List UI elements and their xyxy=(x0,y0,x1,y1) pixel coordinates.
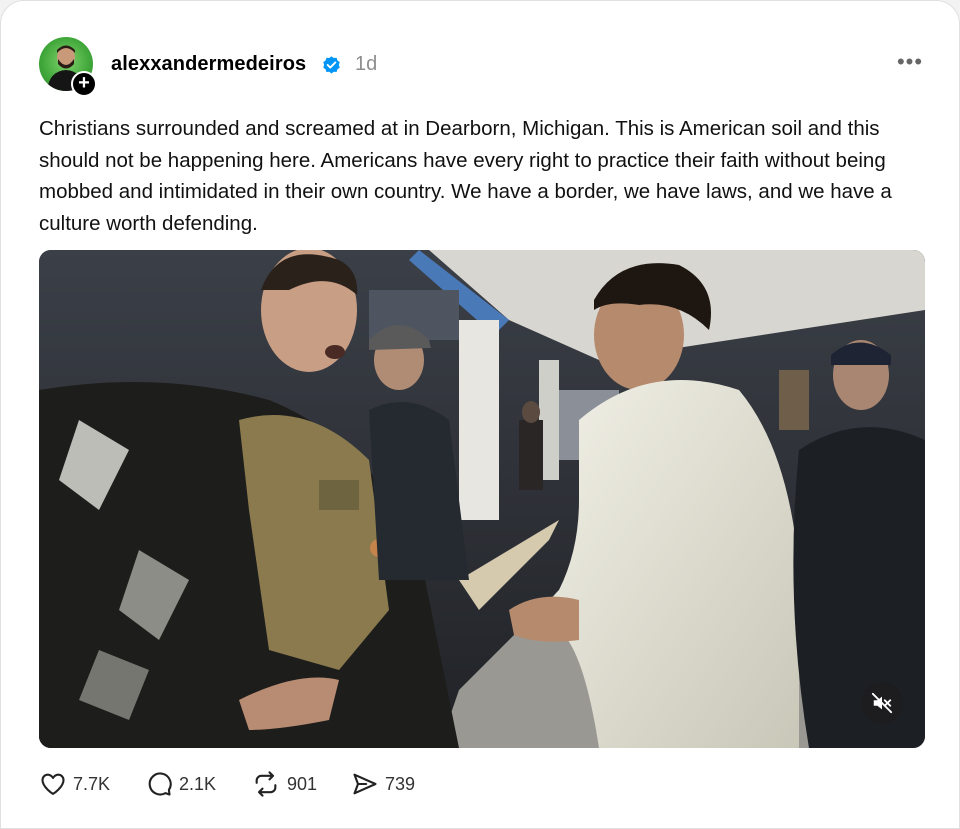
post-text: Christians surrounded and screamed at in… xyxy=(39,117,892,235)
mute-toggle-button[interactable] xyxy=(861,682,903,724)
repost-button[interactable]: 901 xyxy=(251,767,317,801)
post-video[interactable] xyxy=(39,250,925,748)
share-count: 739 xyxy=(385,773,416,794)
like-count: 7.7K xyxy=(73,773,111,794)
reply-button[interactable]: 2.1K xyxy=(145,767,216,801)
share-icon xyxy=(353,773,377,795)
repost-count: 901 xyxy=(287,773,318,794)
verified-badge-icon xyxy=(323,56,340,74)
video-frame xyxy=(39,250,925,748)
post-timestamp: 1d xyxy=(355,53,378,75)
follow-plus-button[interactable]: + xyxy=(71,71,97,97)
speaker-muted-icon xyxy=(871,692,893,714)
share-button[interactable]: 739 xyxy=(351,767,415,801)
comment-icon xyxy=(148,772,172,796)
post-header: + alexxandermedeiros 1d ••• xyxy=(39,37,929,97)
more-icon[interactable]: ••• xyxy=(895,51,925,77)
username[interactable]: alexxandermedeiros xyxy=(111,53,306,76)
repost-icon xyxy=(255,771,277,797)
like-button[interactable]: 7.7K xyxy=(39,767,110,801)
post-actions: 7.7K 2.1K 901 739 xyxy=(39,767,539,801)
reply-count: 2.1K xyxy=(179,773,217,794)
avatar[interactable]: + xyxy=(39,37,97,97)
heart-icon xyxy=(41,773,65,795)
post-card: + alexxandermedeiros 1d ••• Christians s… xyxy=(0,0,960,829)
